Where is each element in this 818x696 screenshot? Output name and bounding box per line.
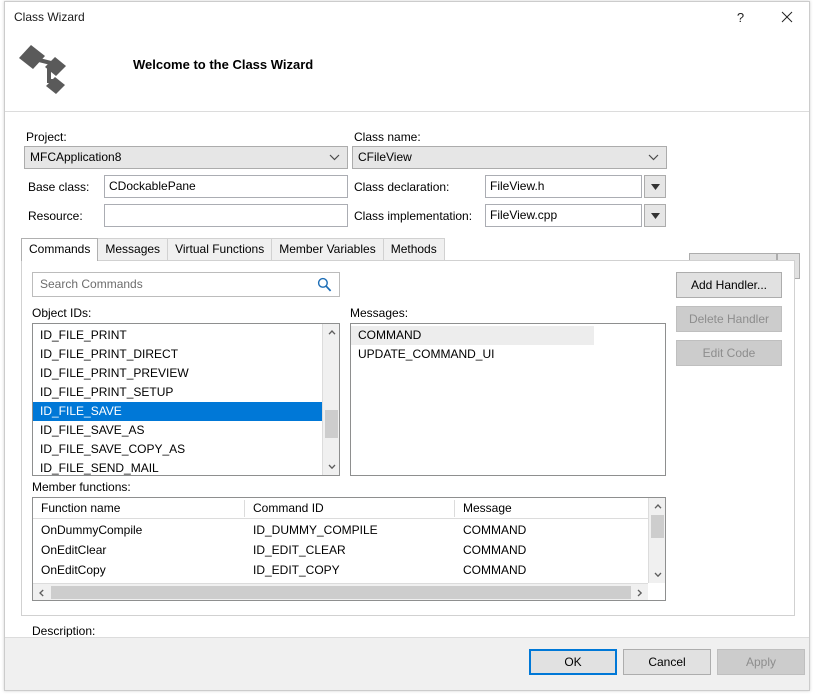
column-header-command-id[interactable]: Command ID [245, 498, 324, 518]
search-input[interactable]: Search Commands [40, 277, 143, 291]
cell-message: COMMAND [455, 520, 526, 540]
table-row[interactable]: OnEditClear ID_EDIT_CLEAR COMMAND [33, 540, 665, 560]
class-name-label: Class name: [354, 130, 421, 144]
scrollbar-thumb[interactable] [651, 515, 664, 538]
list-item[interactable]: ID_FILE_PRINT_DIRECT [33, 345, 324, 364]
header-banner: Welcome to the Class Wizard [5, 33, 809, 112]
cell-command-id: ID_EDIT_CLEAR [245, 540, 346, 560]
class-implementation-input[interactable]: FileView.cpp [485, 204, 642, 227]
tab-methods[interactable]: Methods [383, 238, 445, 260]
dialog-body: Project: MFCApplication8 Base class: CDo… [5, 112, 809, 637]
title-bar: Class Wizard ? [5, 2, 809, 33]
delete-handler-button[interactable]: Delete Handler [676, 306, 782, 332]
description-label: Description: [32, 624, 95, 638]
grid-header-row: Function name Command ID Message [33, 498, 665, 519]
scroll-up-icon[interactable] [323, 324, 340, 341]
chevron-down-icon [651, 213, 660, 219]
cell-function-name: OnEditClear [33, 540, 106, 560]
resource-label: Resource: [28, 209, 83, 223]
chevron-down-icon [329, 147, 340, 168]
tab-commands[interactable]: Commands [21, 238, 98, 261]
search-icon[interactable] [317, 277, 332, 292]
member-functions-vscrollbar[interactable] [648, 498, 665, 583]
tab-messages[interactable]: Messages [97, 238, 168, 260]
list-item[interactable]: ID_FILE_PRINT_SETUP [33, 383, 324, 402]
object-ids-label: Object IDs: [32, 306, 91, 320]
member-functions-grid[interactable]: Function name Command ID Message OnDummy… [32, 497, 666, 601]
class-name-combobox[interactable]: CFileView [352, 146, 667, 169]
apply-button[interactable]: Apply [717, 649, 805, 675]
class-wizard-icon [15, 37, 77, 99]
help-button[interactable]: ? [718, 2, 763, 32]
tab-member-variables[interactable]: Member Variables [271, 238, 383, 260]
scrollbar-thumb[interactable] [325, 410, 338, 438]
cell-function-name: OnEditCopy [33, 560, 106, 580]
window-title: Class Wizard [14, 10, 85, 24]
list-item[interactable]: ID_FILE_PRINT [33, 326, 324, 345]
list-item-selected[interactable]: COMMAND [351, 326, 594, 345]
dialog-footer: OK Cancel Apply [5, 637, 809, 690]
cell-message: COMMAND [455, 560, 526, 580]
messages-list: COMMAND UPDATE_COMMAND_UI [351, 324, 665, 364]
edit-code-button[interactable]: Edit Code [676, 340, 782, 366]
chevron-down-icon [648, 147, 659, 168]
list-item[interactable]: ID_FILE_SEND_MAIL [33, 459, 324, 476]
scroll-up-icon[interactable] [649, 498, 666, 515]
project-label: Project: [26, 130, 67, 144]
class-declaration-input[interactable]: FileView.h [485, 175, 642, 198]
close-button[interactable] [764, 2, 809, 32]
project-value: MFCApplication8 [30, 150, 121, 164]
column-header-message[interactable]: Message [455, 498, 512, 518]
messages-label: Messages: [350, 306, 408, 320]
tab-virtual-functions[interactable]: Virtual Functions [167, 238, 272, 260]
list-item[interactable]: ID_FILE_SAVE_AS [33, 421, 324, 440]
class-implementation-dropdown[interactable] [644, 204, 666, 227]
column-header-function-name[interactable]: Function name [33, 498, 120, 518]
chevron-down-icon [651, 184, 660, 190]
object-ids-list: ID_FILE_PRINT ID_FILE_PRINT_DIRECT ID_FI… [33, 324, 324, 476]
cell-command-id: ID_EDIT_COPY [245, 560, 340, 580]
list-item[interactable]: ID_FILE_SAVE_COPY_AS [33, 440, 324, 459]
cancel-button[interactable]: Cancel [623, 649, 711, 675]
close-icon [781, 11, 793, 23]
object-ids-scrollbar[interactable] [322, 324, 339, 475]
member-functions-hscrollbar[interactable] [33, 583, 648, 600]
base-class-label: Base class: [28, 180, 89, 194]
messages-listbox[interactable]: COMMAND UPDATE_COMMAND_UI [350, 323, 666, 476]
cell-command-id: ID_DUMMY_COMPILE [245, 520, 378, 540]
scroll-left-icon[interactable] [33, 584, 50, 601]
scroll-down-icon[interactable] [649, 566, 666, 583]
search-commands-box[interactable]: Search Commands [32, 272, 340, 297]
ok-button[interactable]: OK [529, 649, 617, 675]
class-name-value: CFileView [358, 150, 412, 164]
cell-function-name: OnDummyCompile [33, 520, 142, 540]
welcome-title: Welcome to the Class Wizard [133, 57, 313, 72]
scroll-right-icon[interactable] [631, 584, 648, 601]
scrollbar-thumb[interactable] [51, 586, 631, 599]
object-ids-listbox[interactable]: ID_FILE_PRINT ID_FILE_PRINT_DIRECT ID_FI… [32, 323, 340, 476]
list-item[interactable]: ID_FILE_PRINT_PREVIEW [33, 364, 324, 383]
list-item[interactable]: UPDATE_COMMAND_UI [351, 345, 665, 364]
project-combobox[interactable]: MFCApplication8 [24, 146, 348, 169]
cell-message: COMMAND [455, 540, 526, 560]
resource-input[interactable] [104, 204, 348, 227]
add-handler-button[interactable]: Add Handler... [676, 272, 782, 298]
question-mark-icon: ? [737, 10, 744, 25]
class-declaration-label: Class declaration: [354, 180, 449, 194]
tab-strip: Commands Messages Virtual Functions Memb… [21, 238, 795, 260]
table-row[interactable]: OnDummyCompile ID_DUMMY_COMPILE COMMAND [33, 520, 665, 540]
scroll-down-icon[interactable] [323, 458, 340, 475]
member-functions-label: Member functions: [32, 480, 131, 494]
class-implementation-label: Class implementation: [354, 209, 472, 223]
class-declaration-dropdown[interactable] [644, 175, 666, 198]
commands-tab-panel: Search Commands Object IDs: ID_FILE_PRIN… [21, 260, 795, 616]
table-row[interactable]: OnEditCopy ID_EDIT_COPY COMMAND [33, 560, 665, 580]
list-item-selected[interactable]: ID_FILE_SAVE [33, 402, 324, 421]
class-wizard-dialog: Class Wizard ? Welcome to the Class Wiza… [4, 1, 810, 691]
base-class-input[interactable]: CDockablePane [104, 175, 348, 198]
